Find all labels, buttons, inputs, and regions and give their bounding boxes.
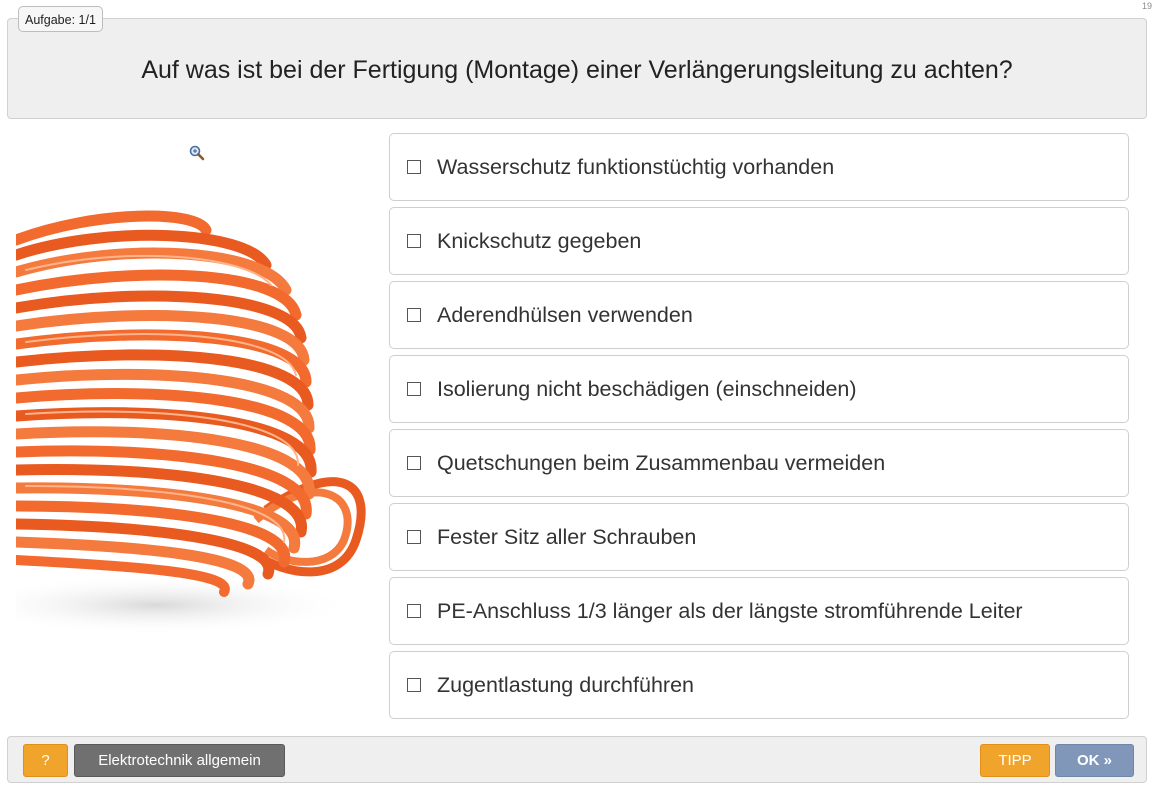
answer-label: Quetschungen beim Zusammenbau vermeiden xyxy=(437,450,886,475)
answer-label: PE-Anschluss 1/3 länger als der längste … xyxy=(437,598,1023,623)
task-counter-badge: Aufgabe: 1/1 xyxy=(18,6,103,32)
answer-label: Isolierung nicht beschädigen (einschneid… xyxy=(437,376,857,401)
answer-option[interactable]: PE-Anschluss 1/3 länger als der längste … xyxy=(389,577,1129,645)
magnifier-zoom-icon[interactable] xyxy=(189,145,205,166)
answer-label: Knickschutz gegeben xyxy=(437,228,642,253)
answer-option[interactable]: Zugentlastung durchführen xyxy=(389,651,1129,719)
answer-checkbox[interactable] xyxy=(407,382,421,396)
answer-label: Fester Sitz aller Schrauben xyxy=(437,524,697,549)
answer-label: Wasserschutz funktionstüchtig vorhanden xyxy=(437,154,835,179)
answer-checkbox[interactable] xyxy=(407,456,421,470)
answer-option[interactable]: Knickschutz gegeben xyxy=(389,207,1129,275)
question-image-area xyxy=(16,140,376,642)
answer-list: Wasserschutz funktionstüchtig vorhanden K… xyxy=(389,133,1129,725)
page-number: 19 xyxy=(1141,1,1152,11)
tip-button[interactable]: TIPP xyxy=(980,744,1050,777)
answer-checkbox[interactable] xyxy=(407,604,421,618)
footer-bar: ? Elektrotechnik allgemein TIPP OK » xyxy=(7,736,1147,783)
help-button[interactable]: ? xyxy=(23,744,68,777)
answer-checkbox[interactable] xyxy=(407,678,421,692)
answer-option[interactable]: Quetschungen beim Zusammenbau vermeiden xyxy=(389,429,1129,497)
answer-checkbox[interactable] xyxy=(407,160,421,174)
answer-label: Zugentlastung durchführen xyxy=(437,672,694,697)
answer-label: Aderendhülsen verwenden xyxy=(437,302,693,327)
question-panel: Auf was ist bei der Fertigung (Montage) … xyxy=(7,18,1147,119)
answer-option[interactable]: Aderendhülsen verwenden xyxy=(389,281,1129,349)
ok-button[interactable]: OK » xyxy=(1055,744,1134,777)
answer-checkbox[interactable] xyxy=(407,530,421,544)
cable-coil-image xyxy=(16,210,376,635)
answer-checkbox[interactable] xyxy=(407,308,421,322)
answer-option[interactable]: Wasserschutz funktionstüchtig vorhanden xyxy=(389,133,1129,201)
answer-checkbox[interactable] xyxy=(407,234,421,248)
answer-option[interactable]: Fester Sitz aller Schrauben xyxy=(389,503,1129,571)
category-button[interactable]: Elektrotechnik allgemein xyxy=(74,744,285,777)
question-text: Auf was ist bei der Fertigung (Montage) … xyxy=(141,56,1013,84)
answer-option[interactable]: Isolierung nicht beschädigen (einschneid… xyxy=(389,355,1129,423)
